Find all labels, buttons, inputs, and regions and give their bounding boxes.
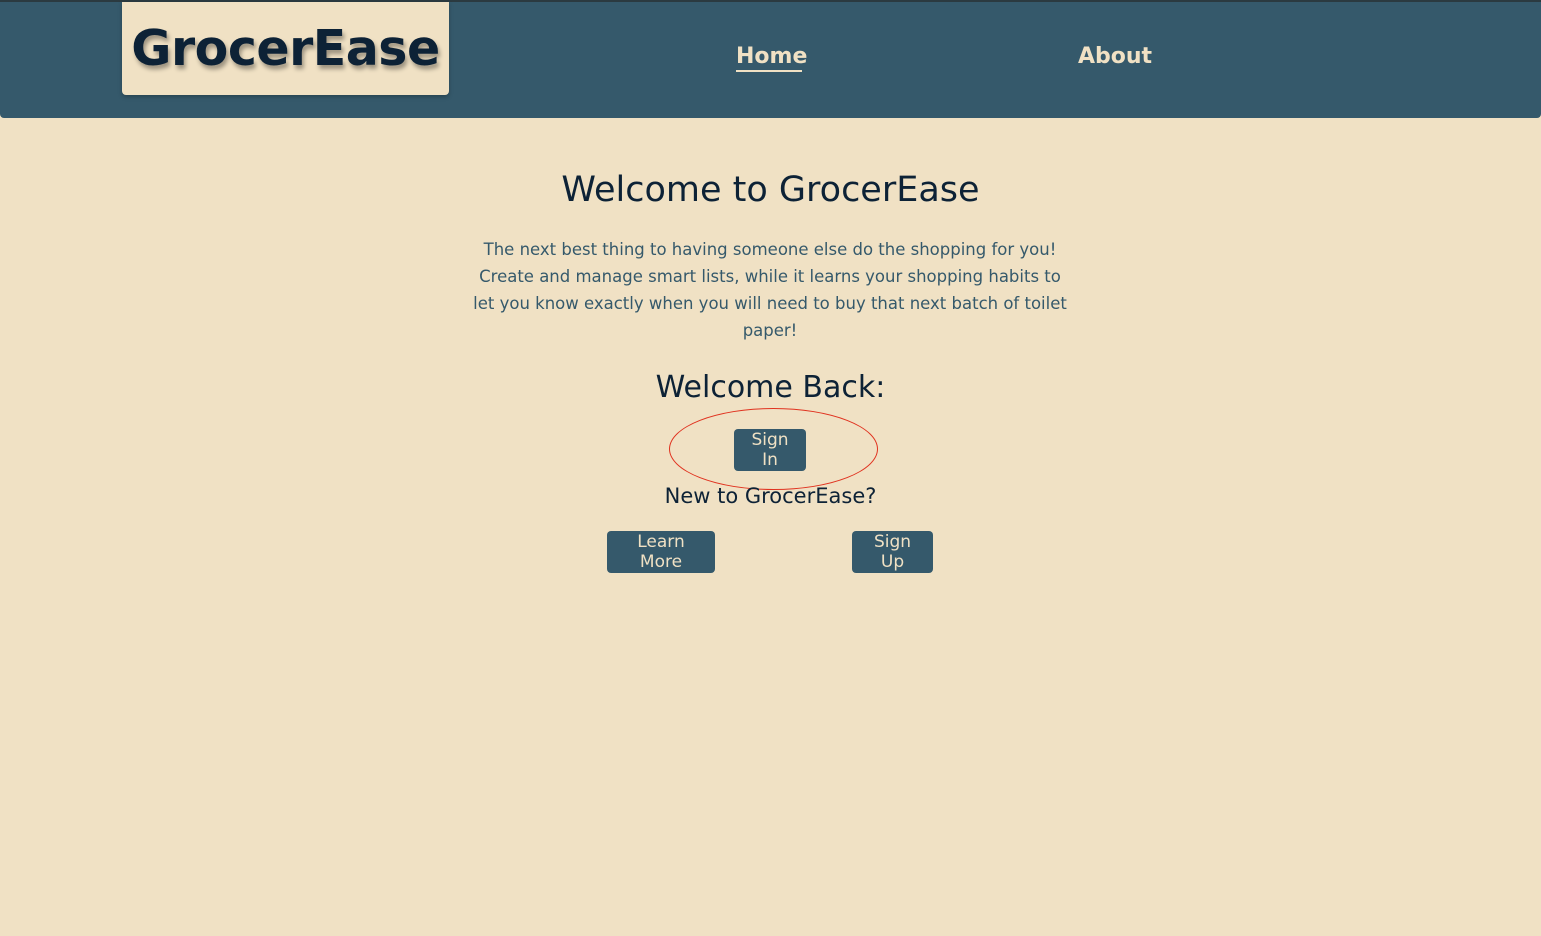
logo[interactable]: GrocerEase <box>122 2 449 95</box>
new-user-heading: New to GrocerEase? <box>664 484 877 508</box>
nav-home-link[interactable]: Home <box>736 44 807 72</box>
page-title: Welcome to GrocerEase <box>561 170 980 210</box>
welcome-back-heading: Welcome Back: <box>655 370 886 405</box>
sign-in-button[interactable]: Sign In <box>734 429 806 471</box>
top-nav-bar: GrocerEase Home About <box>0 0 1541 118</box>
logo-text: GrocerEase <box>131 20 440 77</box>
sign-up-button[interactable]: Sign Up <box>852 531 933 573</box>
nav-about-link[interactable]: About <box>1078 44 1152 69</box>
learn-more-button[interactable]: Learn More <box>607 531 715 573</box>
intro-paragraph: The next best thing to having someone el… <box>473 240 1067 340</box>
